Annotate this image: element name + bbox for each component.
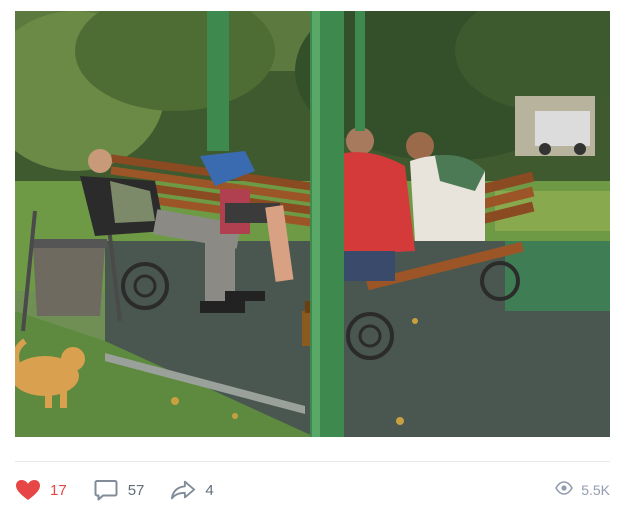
like-count: 17 [50, 481, 67, 499]
feed-post: 17 57 4 5.5K [0, 0, 620, 510]
comment-icon [93, 478, 119, 502]
like-button[interactable]: 17 [15, 478, 67, 502]
comment-button[interactable]: 57 [93, 478, 145, 502]
post-photo[interactable] [15, 11, 610, 437]
share-count: 4 [205, 481, 214, 499]
comment-count: 57 [127, 481, 145, 499]
post-actions-bar: 17 57 4 5.5K [15, 477, 610, 503]
share-arrow-icon [170, 478, 196, 502]
post-divider [15, 461, 610, 462]
eye-icon [555, 480, 574, 500]
share-button[interactable]: 4 [170, 478, 214, 502]
heart-icon [15, 478, 41, 502]
views-count: 5.5K [581, 482, 610, 498]
park-photo-illustration [15, 11, 610, 437]
views-counter: 5.5K [555, 480, 610, 500]
